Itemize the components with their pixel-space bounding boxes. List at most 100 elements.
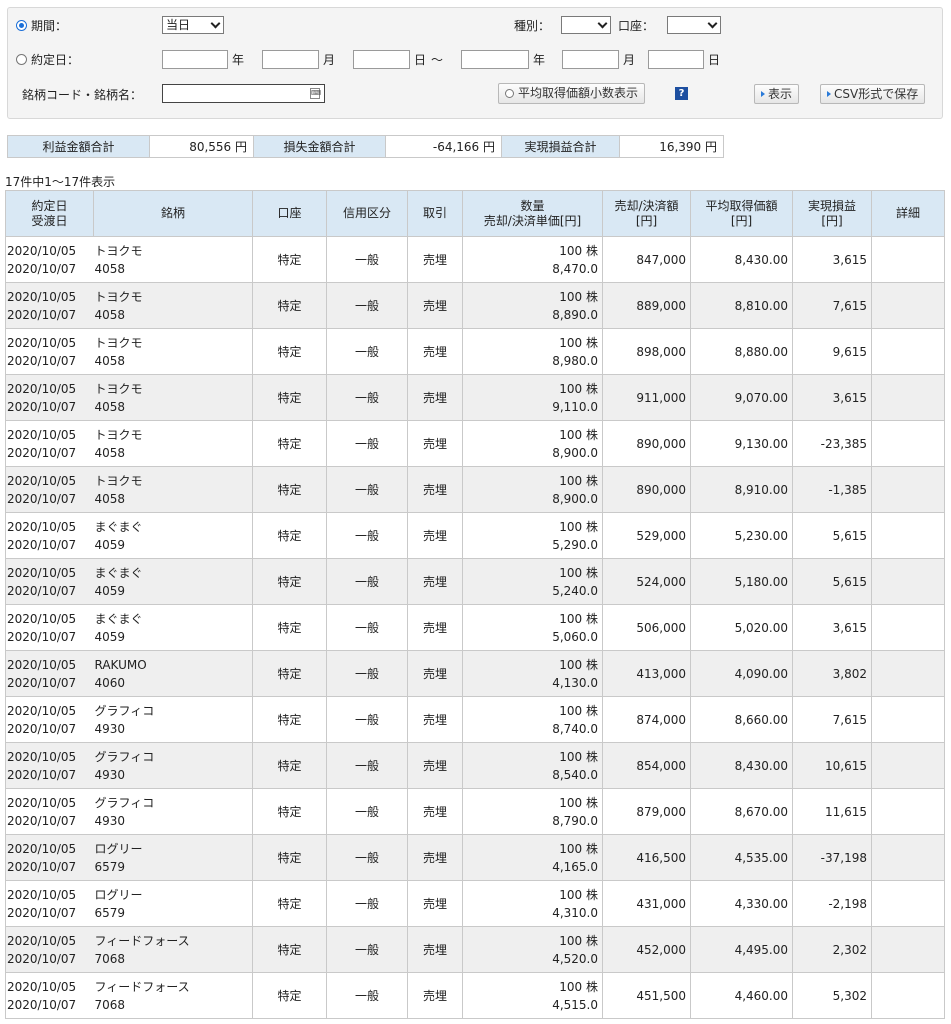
- account-cell: 特定: [252, 328, 327, 375]
- from-year-input[interactable]: [162, 50, 228, 69]
- show-button[interactable]: 表示: [754, 84, 800, 104]
- table-row: 2020/10/05 2020/10/07 グラフィコ 4930 特定 一般 売埋 100 株…: [5, 788, 945, 835]
- pl-cell: 9,615: [792, 328, 872, 375]
- table-row: 2020/10/05 2020/10/07 フィードフォース 7068 特定 一般 売埋 10…: [5, 972, 945, 1019]
- trade-cell: 売埋: [407, 604, 463, 651]
- date-cell: 2020/10/05 2020/10/07: [5, 374, 94, 421]
- delivery-date: 2020/10/07: [7, 813, 77, 828]
- account-select[interactable]: [667, 16, 721, 34]
- delivery-date: 2020/10/07: [7, 767, 77, 782]
- qty-value: 100 株: [559, 841, 598, 856]
- credit-cell: 一般: [326, 420, 408, 467]
- contract-date: 2020/10/05: [7, 657, 77, 672]
- avg-cell: 8,910.00: [690, 466, 793, 513]
- period-radio[interactable]: 期間：: [16, 17, 67, 34]
- from-day-input[interactable]: [353, 50, 410, 69]
- delivery-date: 2020/10/07: [7, 997, 77, 1012]
- realized-total-value: 16,390 円: [619, 135, 724, 158]
- contract-date-radio[interactable]: 約定日：: [16, 51, 79, 68]
- loss-total-label: 損失金額合計: [253, 135, 386, 158]
- day-label: 日: [414, 53, 427, 67]
- delivery-date: 2020/10/07: [7, 951, 77, 966]
- account-cell: 特定: [252, 972, 327, 1019]
- totals-table: 利益金額合計 80,556 円 損失金額合計 -64,166 円 実現損益合計 …: [7, 135, 724, 158]
- col-dates: 約定日 受渡日: [5, 190, 94, 237]
- table-row: 2020/10/05 2020/10/07 トヨクモ 4058 特定 一般 売埋 100 株 8…: [5, 420, 945, 467]
- stock-name: まぐまぐ: [94, 519, 143, 534]
- trade-cell: 売埋: [407, 420, 463, 467]
- qty-value: 100 株: [559, 749, 598, 764]
- detail-cell: [871, 742, 945, 789]
- trade-cell: 売埋: [407, 742, 463, 789]
- date-cell: 2020/10/05 2020/10/07: [5, 742, 94, 789]
- amount-cell: 524,000: [602, 558, 691, 605]
- table-body: 2020/10/05 2020/10/07 トヨクモ 4058 特定 一般 売埋 100 株8…: [5, 236, 945, 1019]
- date-cell: 2020/10/05 2020/10/07: [5, 282, 94, 329]
- qty-value: 100 株: [559, 427, 598, 442]
- csv-save-button[interactable]: CSV形式で保存: [820, 84, 926, 104]
- account-cell: 特定: [252, 650, 327, 697]
- to-year-input[interactable]: [461, 50, 529, 69]
- price-value: 5,060.0: [552, 629, 598, 644]
- to-day-input[interactable]: [648, 50, 704, 69]
- radio-unselected-icon[interactable]: [16, 54, 27, 65]
- stock-code: 4058: [94, 307, 126, 322]
- stock-code: 6579: [94, 905, 126, 920]
- stock-name: まぐまぐ: [94, 565, 143, 580]
- account-cell: 特定: [252, 558, 327, 605]
- credit-cell: 一般: [326, 788, 408, 835]
- table-row: 2020/10/05 2020/10/07 トヨクモ 4058 特定 一般 売埋 100 株 8…: [5, 328, 945, 375]
- credit-cell: 一般: [326, 742, 408, 789]
- code-input[interactable]: ⌨: [162, 84, 325, 103]
- profit-total-label: 利益金額合計: [7, 135, 150, 158]
- col-avg: 平均取得価額 [円]: [690, 190, 793, 237]
- price-value: 8,540.0: [552, 767, 598, 782]
- price-value: 8,980.0: [552, 353, 598, 368]
- keyboard-icon[interactable]: ⌨: [310, 88, 321, 99]
- avg-cell: 8,430.00: [690, 236, 793, 283]
- detail-cell: [871, 788, 945, 835]
- pl-cell: 5,302: [792, 972, 872, 1019]
- account-cell: 特定: [252, 374, 327, 421]
- trade-cell: 売埋: [407, 558, 463, 605]
- col-avg2: [円]: [730, 213, 753, 228]
- avg-cell: 5,020.00: [690, 604, 793, 651]
- period-select[interactable]: 当日: [162, 16, 224, 34]
- trade-cell: 売埋: [407, 650, 463, 697]
- qty-cell: 100 株 4,310.0: [462, 880, 603, 927]
- date-cell: 2020/10/05 2020/10/07: [5, 880, 94, 927]
- kind-select[interactable]: [561, 16, 611, 34]
- contract-date: 2020/10/05: [7, 611, 77, 626]
- avg-decimal-button[interactable]: 平均取得価額小数表示: [498, 83, 646, 104]
- from-month-input[interactable]: [262, 50, 319, 69]
- delivery-date: 2020/10/07: [7, 859, 77, 874]
- qty-cell: 100 株 4,130.0: [462, 650, 603, 697]
- price-value: 5,240.0: [552, 583, 598, 598]
- stock-code: 4930: [94, 813, 126, 828]
- qty-cell: 100 株 8,790.0: [462, 788, 603, 835]
- detail-cell: [871, 420, 945, 467]
- credit-cell: 一般: [326, 926, 408, 973]
- amount-cell: 854,000: [602, 742, 691, 789]
- pl-cell: 3,615: [792, 604, 872, 651]
- amount-cell: 529,000: [602, 512, 691, 559]
- trade-cell: 売埋: [407, 466, 463, 513]
- profit-total-value: 80,556 円: [149, 135, 254, 158]
- price-value: 8,900.0: [552, 445, 598, 460]
- price-value: 8,470.0: [552, 261, 598, 276]
- to-month-input[interactable]: [562, 50, 619, 69]
- qty-cell: 100 株 8,740.0: [462, 696, 603, 743]
- radio-unselected-icon: [505, 89, 514, 98]
- delivery-date: 2020/10/07: [7, 629, 77, 644]
- help-icon[interactable]: ?: [675, 87, 688, 100]
- radio-selected-icon[interactable]: [16, 20, 27, 31]
- account-cell: 特定: [252, 742, 327, 789]
- stock-name: RAKUMO: [94, 657, 147, 672]
- table-row: 2020/10/05 2020/10/07 まぐまぐ 4059 特定 一般 売埋 100 株 5…: [5, 512, 945, 559]
- stock-name: トヨクモ: [94, 381, 143, 396]
- stock-cell: トヨクモ 4058: [93, 328, 253, 375]
- day-label: 日: [708, 53, 721, 67]
- pl-cell: 3,615: [792, 236, 872, 283]
- qty-value: 100 株: [559, 565, 598, 580]
- amount-cell: 506,000: [602, 604, 691, 651]
